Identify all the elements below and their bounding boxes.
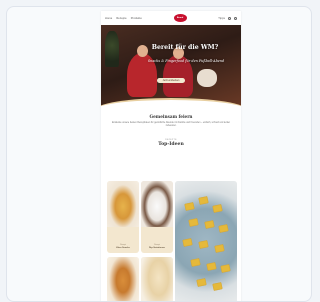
recipe-image bbox=[141, 181, 173, 227]
recipe-card-tag: Rezept bbox=[120, 244, 126, 246]
top-navigation: Home Rezepte Produkte Brand Tipps bbox=[101, 11, 241, 25]
user-icon[interactable] bbox=[233, 16, 237, 20]
nav-link-recipes[interactable]: Rezepte bbox=[116, 17, 126, 20]
nav-link-home[interactable]: Home bbox=[105, 17, 112, 20]
nav-link-tips[interactable]: Tipps bbox=[218, 17, 225, 20]
recipe-card-featured[interactable] bbox=[175, 181, 237, 301]
recipe-card[interactable]: Rezept Dip-Variationen bbox=[141, 181, 173, 253]
browser-frame: Home Rezepte Produkte Brand Tipps Bereit… bbox=[6, 6, 312, 302]
hero-background-tree bbox=[105, 31, 119, 67]
hero-banner: Bereit für die WM? Snacks & Fingerfood f… bbox=[101, 25, 241, 108]
hero-dog bbox=[197, 69, 217, 87]
recipe-card-title: Dip-Variationen bbox=[148, 247, 166, 249]
logo-text: Brand bbox=[176, 17, 184, 19]
intro-text: Entdecke unsere besten Rezeptideen für g… bbox=[111, 122, 231, 128]
hero-subline: Snacks & Fingerfood für den Fußball-Aben… bbox=[147, 59, 225, 63]
section-eyebrow: REZEPTE bbox=[165, 138, 177, 141]
nav-links: Home Rezepte Produkte bbox=[105, 17, 142, 20]
hero-wave-divider bbox=[101, 98, 241, 108]
recipe-image bbox=[107, 181, 139, 227]
web-page: Home Rezepte Produkte Brand Tipps Bereit… bbox=[101, 11, 241, 301]
nav-icons: Tipps bbox=[218, 16, 237, 20]
hero-cta-button[interactable]: Jetzt entdecken bbox=[157, 78, 185, 83]
recipe-image bbox=[141, 257, 173, 301]
hero-headline: Bereit für die WM? bbox=[151, 44, 219, 51]
recipe-card-tag: Rezept bbox=[154, 244, 160, 246]
search-icon[interactable] bbox=[227, 16, 231, 20]
recipe-image bbox=[107, 257, 139, 301]
intro-section: Gemeinsam feiern Entdecke unsere besten … bbox=[101, 108, 241, 129]
intro-title: Gemeinsam feiern bbox=[149, 114, 193, 119]
recipe-card[interactable] bbox=[141, 257, 173, 301]
section-title: Top-Ideen bbox=[158, 141, 184, 147]
recipe-card-title: Käse-Snacks bbox=[116, 247, 130, 249]
recipe-card[interactable]: Rezept Käse-Snacks bbox=[107, 181, 139, 253]
brand-logo[interactable]: Brand bbox=[173, 14, 187, 22]
recipe-card[interactable] bbox=[107, 257, 139, 301]
nav-link-products[interactable]: Produkte bbox=[131, 17, 142, 20]
